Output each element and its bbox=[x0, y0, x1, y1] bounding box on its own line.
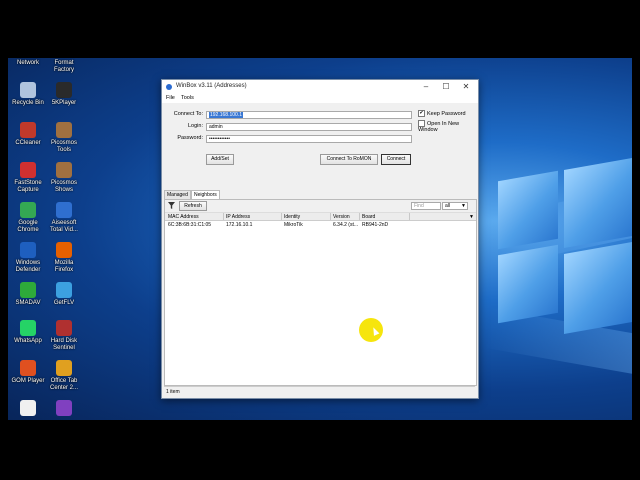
desktop-icon-label: Picosmos Shows bbox=[50, 180, 77, 193]
desktop-icon-label: 5KPlayer bbox=[51, 100, 77, 106]
app-icon bbox=[20, 400, 36, 416]
app-icon bbox=[20, 162, 36, 178]
cell-ip: 172.16.10.1 bbox=[226, 222, 253, 228]
app-icon bbox=[20, 242, 36, 258]
column-divider bbox=[409, 213, 410, 220]
app-icon bbox=[56, 162, 72, 178]
cell-identity: MikroTik bbox=[284, 222, 303, 228]
app-icon bbox=[20, 282, 36, 298]
app-icon bbox=[56, 400, 72, 416]
desktop-icon[interactable]: Picosmos Shows bbox=[42, 162, 86, 194]
app-icon bbox=[56, 82, 72, 98]
title-bar[interactable]: WinBox v3.11 (Addresses) – ☐ ✕ bbox=[162, 80, 478, 94]
desktop-icon[interactable]: GetFLV bbox=[42, 282, 86, 307]
password-label: Password: bbox=[177, 135, 203, 141]
cell-version: 6.34.2 (st... bbox=[333, 222, 359, 228]
desktop-icon-label: Hard Disk Sentinel bbox=[50, 338, 78, 351]
keep-password-label: Keep Password bbox=[427, 110, 466, 117]
filter-select[interactable]: all ▼ bbox=[442, 202, 468, 210]
tab-neighbors[interactable]: Neighbors bbox=[191, 190, 220, 199]
column-identity[interactable]: Identity bbox=[284, 214, 300, 220]
find-input[interactable]: Find bbox=[411, 202, 441, 210]
status-bar: 1 item bbox=[164, 386, 475, 397]
connect-to-value: 192.168.100.1 bbox=[209, 112, 243, 118]
table-header: MAC Address IP Address Identity Version … bbox=[165, 213, 476, 221]
desktop-icon[interactable]: Office Tab Center 2... bbox=[42, 360, 86, 392]
refresh-button[interactable]: Refresh bbox=[179, 201, 207, 211]
column-divider bbox=[223, 213, 224, 220]
desktop-icon[interactable]: 5KPlayer bbox=[42, 82, 86, 107]
checkmark-icon: ✔ bbox=[418, 110, 425, 117]
column-divider bbox=[359, 213, 360, 220]
desktop-icon[interactable]: Mozilla Firefox bbox=[42, 242, 86, 274]
menu-bar: File Tools bbox=[162, 94, 478, 103]
checkbox-box bbox=[418, 120, 425, 127]
desktop-icon[interactable]: Hard Disk Sentinel bbox=[42, 320, 86, 352]
desktop-icon[interactable]: Aiseesoft Total Vid... bbox=[42, 202, 86, 234]
column-version[interactable]: Version bbox=[333, 214, 350, 220]
cell-mac: 6C:3B:6B:31:C1:05 bbox=[168, 222, 212, 228]
desktop-icon[interactable]: Format Factory bbox=[42, 60, 86, 74]
password-input[interactable]: •••••••••••• bbox=[206, 135, 412, 143]
maximize-button[interactable]: ☐ bbox=[436, 81, 456, 92]
chevron-down-icon: ▼ bbox=[461, 203, 466, 209]
table-row[interactable]: 6C:3B:6B:31:C1:05 172.16.10.1 MikroTik 6… bbox=[165, 221, 476, 228]
add-set-button[interactable]: Add/Set bbox=[206, 154, 234, 165]
neighbors-panel: Refresh Find all ▼ MAC Address IP Addres… bbox=[164, 199, 477, 386]
desktop-icon-label: Format Factory bbox=[53, 60, 74, 73]
app-icon bbox=[20, 122, 36, 138]
winbox-window: WinBox v3.11 (Addresses) – ☐ ✕ File Tool… bbox=[161, 79, 479, 399]
app-icon bbox=[56, 122, 72, 138]
toolbar: Refresh Find all ▼ bbox=[165, 200, 476, 213]
windows-logo-pane bbox=[564, 158, 632, 248]
app-icon bbox=[56, 202, 72, 218]
connect-to-input[interactable]: 192.168.100.1 bbox=[206, 111, 412, 119]
column-divider bbox=[281, 213, 282, 220]
column-divider bbox=[330, 213, 331, 220]
desktop-icon-label: Office Tab Center 2... bbox=[49, 378, 78, 391]
column-mac-address[interactable]: MAC Address bbox=[168, 214, 199, 220]
menu-tools[interactable]: Tools bbox=[181, 95, 194, 101]
windows-logo-pane bbox=[498, 244, 558, 324]
cell-board: RB941-2nD bbox=[362, 222, 389, 228]
desktop-icon[interactable] bbox=[42, 400, 86, 418]
column-board[interactable]: Board bbox=[362, 214, 375, 220]
app-icon bbox=[56, 320, 72, 336]
windows-logo-pane bbox=[498, 170, 558, 250]
funnel-icon[interactable] bbox=[168, 202, 175, 209]
app-icon bbox=[20, 82, 36, 98]
app-icon bbox=[56, 242, 72, 258]
tab-managed[interactable]: Managed bbox=[164, 190, 191, 199]
keep-password-checkbox[interactable]: ✔ Keep Password bbox=[418, 110, 466, 117]
connect-romon-button[interactable]: Connect To RoMON bbox=[320, 154, 378, 165]
connect-to-label: Connect To: bbox=[173, 111, 203, 117]
menu-file[interactable]: File bbox=[166, 95, 175, 101]
winbox-app-icon bbox=[166, 84, 172, 90]
window-title: WinBox v3.11 (Addresses) bbox=[176, 83, 247, 89]
windows-logo-pane bbox=[564, 242, 632, 334]
desktop-icon[interactable]: Picosmos Tools bbox=[42, 122, 86, 154]
close-button[interactable]: ✕ bbox=[456, 81, 476, 92]
minimize-button[interactable]: – bbox=[416, 81, 436, 92]
desktop-icon-label: GetFLV bbox=[53, 300, 75, 306]
app-icon bbox=[20, 202, 36, 218]
app-icon bbox=[56, 360, 72, 376]
app-icon bbox=[20, 360, 36, 376]
desktop-icon-label: Mozilla Firefox bbox=[54, 260, 74, 273]
column-menu-icon[interactable]: ▼ bbox=[469, 214, 474, 220]
app-icon bbox=[56, 282, 72, 298]
desktop-icon-label: Aiseesoft Total Vid... bbox=[50, 220, 78, 233]
login-label: Login: bbox=[188, 123, 203, 129]
login-input[interactable]: admin bbox=[206, 123, 412, 131]
filter-select-value: all bbox=[445, 203, 451, 209]
desktop-icon-label: Picosmos Tools bbox=[50, 140, 77, 153]
column-ip-address[interactable]: IP Address bbox=[226, 214, 250, 220]
connect-form: Connect To: 192.168.100.1 Login: admin P… bbox=[162, 103, 478, 165]
open-new-window-checkbox[interactable]: Open In New Window bbox=[418, 120, 478, 133]
connect-button[interactable]: Connect bbox=[381, 154, 411, 165]
app-icon bbox=[20, 320, 36, 336]
status-text: 1 item bbox=[166, 389, 180, 395]
